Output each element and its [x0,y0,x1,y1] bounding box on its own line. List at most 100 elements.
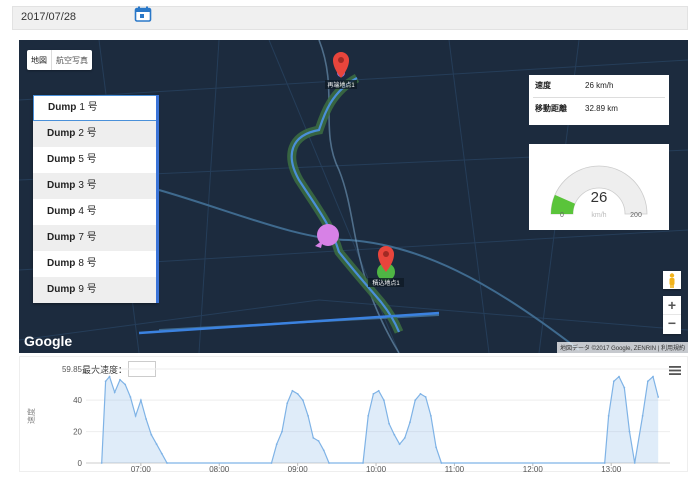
distance-row: 移動距離 32.89 km [533,97,665,120]
dump-name: Dump [47,258,76,269]
chart-point [646,380,649,383]
chart-point [657,396,660,398]
dump-list-item[interactable]: Dump 2 号 [33,121,157,147]
dump-number: 9 号 [78,284,97,295]
chart-xtick-label: 08:00 [209,465,230,473]
chart-point [652,375,654,378]
speed-gauge: 26 km/h 0 200 [529,144,669,230]
info-panel: 速度 26 km/h 移動距離 32.89 km [529,75,669,125]
chart-series-area [101,376,659,463]
dump-list-item[interactable]: Dump 9 号 [33,277,157,303]
list-scrollbar[interactable] [156,95,159,303]
chart-point [286,402,289,405]
chart-point [623,386,626,389]
dump-name: Dump [47,180,76,191]
dump-name: Dump [47,154,76,165]
zoom-in-button[interactable]: + [663,296,681,315]
dump-list-item[interactable]: Dump 1 号 [33,95,157,121]
chart-point [618,375,620,378]
distance-value: 32.89 km [585,104,618,113]
pegman-icon [669,273,675,288]
dump-list-item[interactable]: Dump 5 号 [33,147,157,173]
map-type-tabs: 地図 航空写真 [27,50,92,70]
chart-ytick-label: 0 [78,459,83,468]
zoom-out-button[interactable]: − [663,315,681,334]
chart-point [607,415,610,417]
chart-point [403,437,406,439]
map-attribution[interactable]: 地図データ ©2017 Google, ZENRIN | 利用規約 [556,342,688,353]
chart-point [296,393,299,395]
chart-point [328,462,330,464]
top-bar: 2017/07/28 [0,0,695,36]
chart-xtick-label: 09:00 [288,465,309,473]
gauge-min: 0 [560,212,564,219]
dump-name: Dump [48,102,77,113]
zoom-control: + − [663,296,681,334]
gauge-max: 200 [630,212,642,219]
chart-point [119,378,121,381]
chart-point [124,383,127,386]
dump-list-item[interactable]: Dump 4 号 [33,199,157,225]
dump-name: Dump [47,128,76,139]
chart-point [435,446,437,449]
chart-point [430,415,432,417]
dump-number: 7 号 [78,232,97,243]
distance-label: 移動距離 [535,104,567,113]
map-view[interactable]: 再端地点1 積込地点1 地図 航空写真 Dump 1 号 Dump 2 号 Dump 5 … [19,40,688,353]
chart-point [129,396,132,398]
chart-point [367,415,370,417]
chart-point [641,415,644,417]
dump-number: 8 号 [78,258,97,269]
chart-point [291,389,294,392]
chart-point [160,452,163,455]
chart-point [104,380,107,383]
gauge-value: 26 [591,189,608,206]
chart-point [393,433,396,436]
tab-satellite[interactable]: 航空写真 [51,50,92,70]
bottom-marker[interactable]: 積込地点1 [368,246,404,287]
chart-point [628,430,631,433]
chart-point [424,396,427,398]
top-marker[interactable]: 再端地点1 [325,52,357,89]
dump-list-item[interactable]: Dump 7 号 [33,225,157,251]
chart-point [108,375,111,378]
tab-map[interactable]: 地図 [27,50,51,70]
chart-point [372,393,375,395]
chart-point [100,462,103,464]
chart-xtick-label: 12:00 [523,465,544,473]
bottom-marker-label: 積込地点1 [372,279,400,287]
chart-plot: 59.85 40 20 0 速度 07:00 08:00 09:00 10:00 11:00 12:… [26,365,670,473]
chart-xtick-label: 10:00 [366,465,387,473]
google-logo: Google [24,333,73,349]
chart-point [302,399,304,402]
speed-label: 速度 [535,81,551,90]
speed-value: 26 km/h [585,81,614,90]
chart-point [409,421,411,424]
chart-point [155,443,158,446]
chart-ytick-label: 40 [73,396,82,405]
chart-point [134,415,137,417]
date-value: 2017/07/28 [21,11,77,23]
chart-point [440,462,443,464]
chart-point [383,399,385,402]
calendar-icon[interactable] [134,6,152,22]
dump-number: 2 号 [78,128,97,139]
dump-list-item[interactable]: Dump 3 号 [33,173,157,199]
chart-point [113,391,116,394]
chart-point [281,430,283,433]
chart-ytick-label: 59.85 [62,365,83,374]
date-field[interactable]: 2017/07/28 [12,6,688,30]
chart-ylabel: 速度 [26,408,36,424]
chart-point [150,433,153,436]
chart-ytick-label: 20 [73,428,82,437]
chart-point [398,443,401,446]
chart-point [322,449,325,452]
chart-point [414,399,417,402]
dump-name: Dump [47,284,76,295]
dump-list-item[interactable]: Dump 8 号 [33,251,157,277]
chart-point [166,462,168,464]
dump-name: Dump [47,232,76,243]
chart-point [140,399,142,402]
street-view-button[interactable] [663,271,681,289]
speed-row: 速度 26 km/h [529,75,669,97]
